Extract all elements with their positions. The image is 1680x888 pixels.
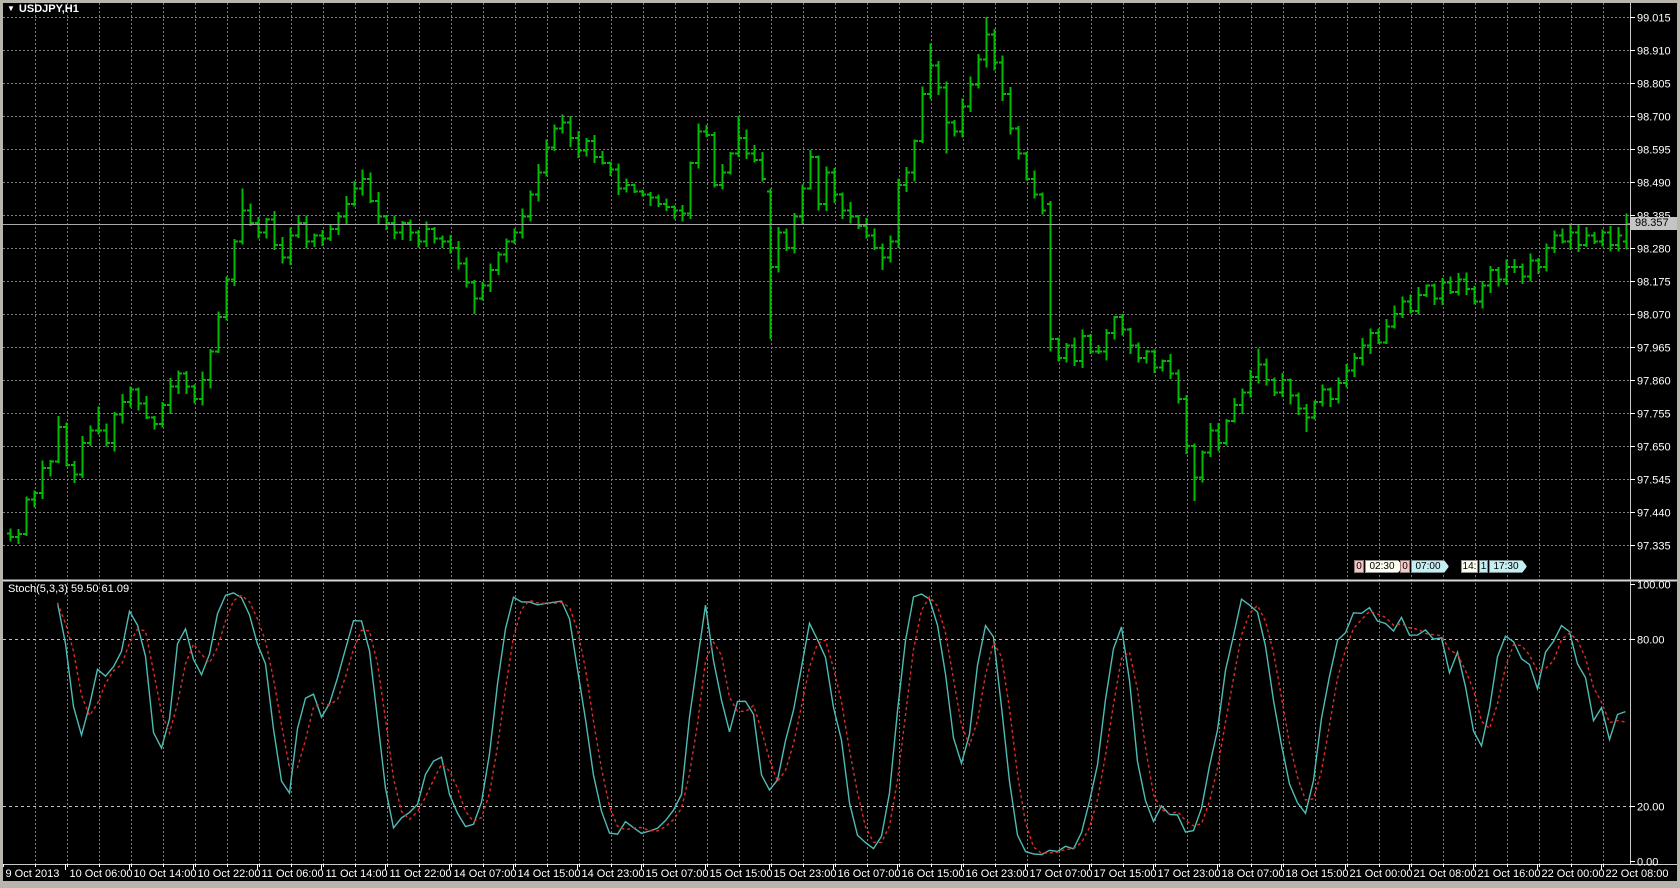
time-axis-label: 15 Oct 23:00: [774, 868, 837, 880]
indicator-axis-label: 80.00: [1637, 635, 1665, 647]
mt4-chart-window: 99.015 98.910 98.805 98.700 98.595 98.490 98.3…: [0, 0, 1680, 888]
price-axis-label: 98.490: [1637, 178, 1671, 190]
price-axis-label: 97.440: [1637, 508, 1671, 520]
time-axis-label: 10 Oct 06:00: [70, 868, 133, 880]
current-price-tag: 98.357: [1631, 217, 1680, 230]
price-axis-label: 97.860: [1637, 376, 1671, 388]
indicator-axis-label: 0.00: [1637, 857, 1658, 869]
window-frame-left: [0, 0, 3, 888]
time-flag-07-00[interactable]: 07:00: [1411, 560, 1449, 573]
time-axis-label: 11 Oct 14:00: [326, 868, 388, 880]
time-axis-label: 22 Oct 08:00: [1606, 868, 1669, 880]
time-axis-label: 16 Oct 07:00: [838, 868, 901, 880]
time-axis-label: 14 Oct 07:00: [454, 868, 517, 880]
indicator-axis-label: 20.00: [1637, 802, 1665, 814]
time-axis-label: 11 Oct 22:00: [390, 868, 452, 880]
time-flag-1[interactable]: 1: [1479, 560, 1488, 573]
symbol-period-label[interactable]: ▼ USDJPY,H1: [7, 3, 79, 15]
price-axis-label: 97.755: [1637, 409, 1671, 421]
time-flag-0[interactable]: 0: [1400, 560, 1410, 573]
price-axis-label: 98.700: [1637, 112, 1671, 124]
price-axis-label: 98.910: [1637, 46, 1671, 58]
time-axis-label: 14 Oct 15:00: [518, 868, 581, 880]
price-axis-label: 99.015: [1637, 13, 1671, 25]
time-axis-label: 11 Oct 06:00: [262, 868, 324, 880]
symbol-period-text: USDJPY,H1: [18, 3, 79, 15]
time-axis-label: 17 Oct 23:00: [1158, 868, 1221, 880]
price-axis-label: 98.280: [1637, 244, 1671, 256]
price-axis-label: 97.545: [1637, 475, 1671, 487]
price-axis-label: 98.595: [1637, 145, 1671, 157]
time-axis-label: 18 Oct 07:00: [1222, 868, 1285, 880]
time-flag-17-30[interactable]: 17:30: [1489, 560, 1527, 573]
time-axis-label: 16 Oct 15:00: [902, 868, 965, 880]
chart-canvas: 99.015 98.910 98.805 98.700 98.595 98.490 98.3…: [0, 3, 1677, 880]
time-flag-0[interactable]: 0: [1354, 560, 1364, 573]
indicator-value-label: Stoch(5,3,3) 59.50 61.09: [8, 583, 130, 595]
time-axis[interactable]: 9 Oct 2013 10 Oct 06:00 10 Oct 14:00 10 Oct…: [1, 864, 1669, 880]
time-flag-14-[interactable]: 14:: [1461, 560, 1478, 573]
time-axis-label: 14 Oct 23:00: [582, 868, 645, 880]
symbol-dropdown-icon: ▼: [7, 4, 15, 13]
time-axis-label: 16 Oct 23:00: [966, 868, 1029, 880]
price-axis-label: 97.650: [1637, 442, 1671, 454]
price-axis-label: 98.070: [1637, 310, 1671, 322]
time-axis-label: 22 Oct 00:00: [1542, 868, 1605, 880]
time-axis-label: 10 Oct 14:00: [134, 868, 197, 880]
price-axis-label: 97.965: [1637, 343, 1671, 355]
time-axis-label: 9 Oct 2013: [6, 868, 60, 880]
time-axis-label: 17 Oct 07:00: [1030, 868, 1093, 880]
window-frame-bottom: [0, 881, 1680, 888]
indicator-axis[interactable]: 100.00 80.00 20.00 0.00: [1630, 580, 1671, 869]
time-axis-label: 18 Oct 15:00: [1286, 868, 1349, 880]
price-axis[interactable]: 99.01598.91098.80598.70098.59598.49098.3…: [1630, 13, 1671, 553]
indicator-axis-label: 100.00: [1637, 580, 1671, 592]
time-axis-label: 17 Oct 15:00: [1094, 868, 1157, 880]
price-axis-label: 97.335: [1637, 541, 1671, 553]
main-chart-surface[interactable]: [3, 3, 1630, 580]
price-axis-label: 98.805: [1637, 79, 1671, 91]
window-frame-top: [0, 0, 1680, 3]
time-axis-label: 15 Oct 15:00: [710, 868, 773, 880]
time-axis-label: 21 Oct 00:00: [1350, 868, 1413, 880]
time-axis-label: 21 Oct 16:00: [1478, 868, 1541, 880]
time-axis-label: 10 Oct 22:00: [198, 868, 261, 880]
time-axis-label: 21 Oct 08:00: [1414, 868, 1477, 880]
price-axis-label: 98.175: [1637, 277, 1671, 289]
time-axis-label: 15 Oct 07:00: [646, 868, 709, 880]
time-flag-02-30[interactable]: 02:30: [1365, 560, 1403, 573]
